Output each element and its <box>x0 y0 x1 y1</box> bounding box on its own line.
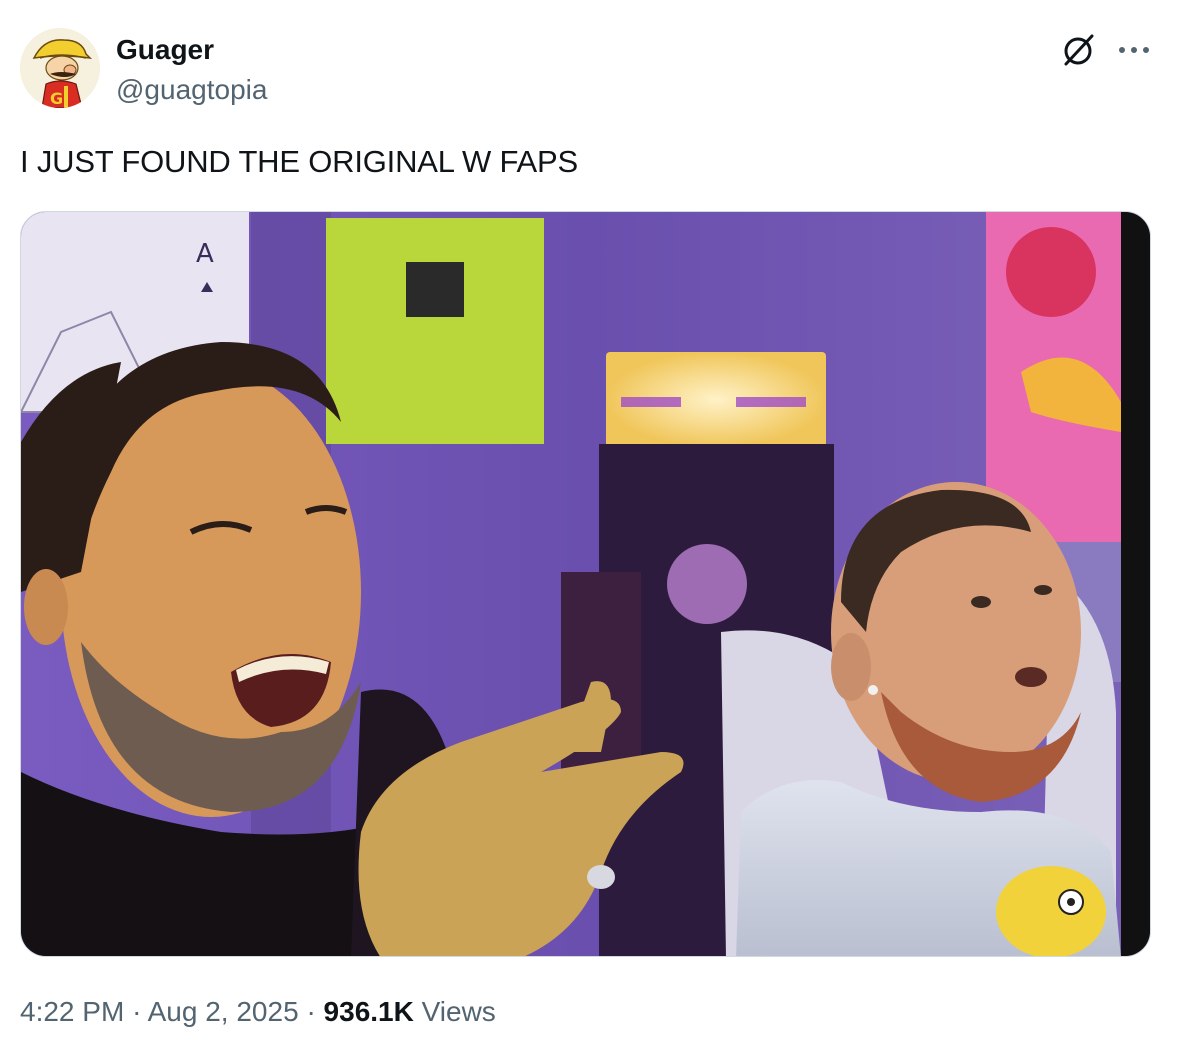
avatar[interactable]: G <box>20 28 100 108</box>
tweet-meta: 4:22 PM · Aug 2, 2025 · 936.1K Views <box>20 994 496 1030</box>
more-icon[interactable] <box>1112 30 1156 70</box>
media-image: A <box>21 212 1150 956</box>
avatar-image: G <box>20 28 100 108</box>
svg-text:A: A <box>196 239 214 269</box>
grok-icon[interactable] <box>1058 30 1098 70</box>
svg-text:G: G <box>50 89 63 108</box>
meta-separator: · <box>132 996 142 1027</box>
author-handle[interactable]: @guagtopia <box>116 72 267 108</box>
tweet-media[interactable]: A <box>20 211 1151 957</box>
tweet: G Guager @guagtopia I JUST FOUND THE ORI… <box>0 0 1178 1060</box>
views-label: Views <box>421 996 496 1027</box>
meta-separator: · <box>306 996 316 1027</box>
views-count[interactable]: 936.1K <box>324 996 414 1027</box>
tweet-date[interactable]: Aug 2, 2025 <box>148 996 299 1027</box>
author-name[interactable]: Guager <box>116 32 214 68</box>
tweet-time[interactable]: 4:22 PM <box>20 996 124 1027</box>
tweet-text: I JUST FOUND THE ORIGINAL W FAPS <box>20 144 578 179</box>
